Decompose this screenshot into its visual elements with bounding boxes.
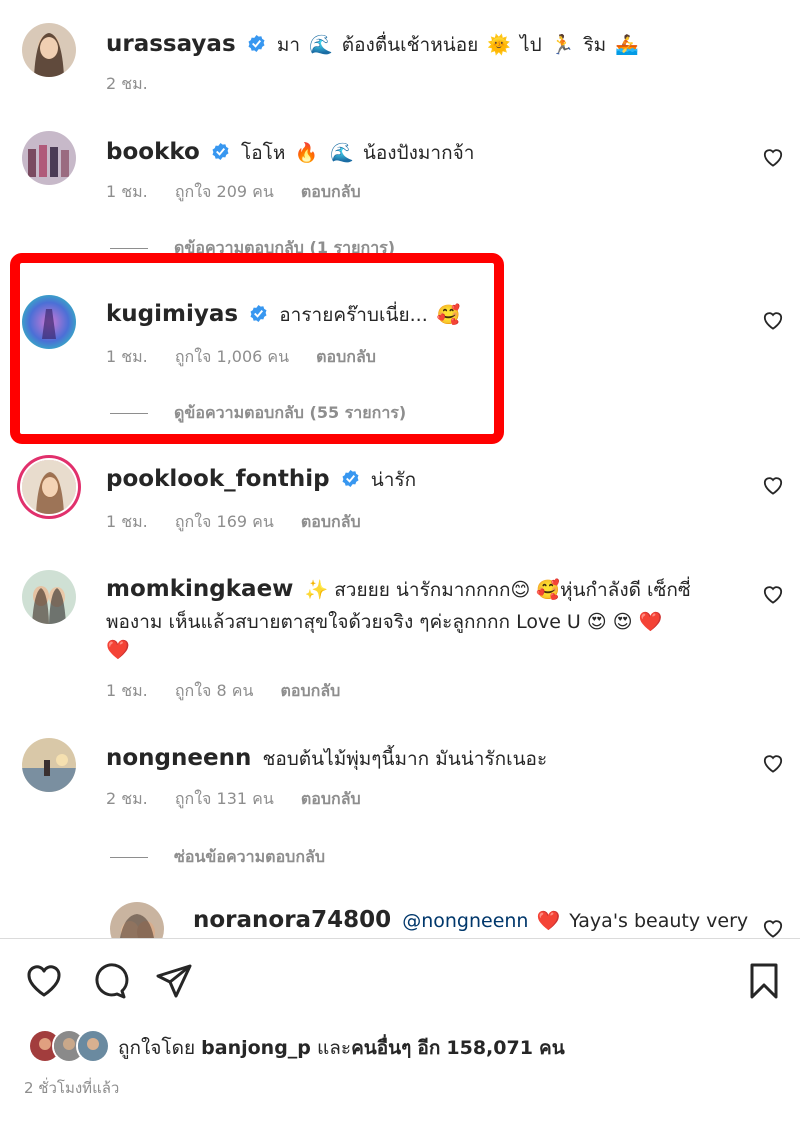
- avatar[interactable]: [22, 131, 76, 185]
- avatar[interactable]: [22, 460, 76, 514]
- comment-username[interactable]: kugimiyas: [106, 301, 238, 327]
- post-timestamp[interactable]: 2 ชั่วโมงที่แล้ว: [24, 1076, 119, 1100]
- comment-text: อารายคร๊าบเนี่ย... 🥰: [279, 304, 461, 326]
- view-replies-button[interactable]: ดูข้อความตอบกลับ (55 รายการ): [110, 401, 406, 426]
- verified-badge-icon: [250, 304, 267, 323]
- comment-likes[interactable]: ถูกใจ 209 คน: [175, 182, 274, 201]
- post-actions-bar: [0, 955, 800, 1005]
- view-replies-button[interactable]: ดูข้อความตอบกลับ (1 รายการ): [110, 236, 395, 261]
- divider-dash: [110, 413, 148, 414]
- comment-text: ชอบต้นไม้พุ่มๆนี้มาก มันน่ารักเนอะ: [262, 748, 548, 770]
- reply-button[interactable]: ตอบกลับ: [301, 182, 361, 201]
- like-heart-icon[interactable]: [762, 475, 784, 495]
- comment-text-line: พองาม เห็นแล้วสบายตาสุขใจด้วยจริง ๆค่ะลู…: [106, 611, 663, 633]
- like-heart-icon[interactable]: [762, 310, 784, 330]
- comment-username[interactable]: nongneenn: [106, 745, 251, 771]
- comment-time: 1 ชม.: [106, 512, 148, 531]
- comment-username[interactable]: urassayas: [106, 31, 236, 57]
- like-heart-icon[interactable]: [762, 918, 784, 938]
- likes-prefix: ถูกใจโดย: [118, 1037, 196, 1059]
- divider-dash: [110, 248, 148, 249]
- comment-likes[interactable]: ถูกใจ 8 คน: [175, 681, 254, 700]
- comment-username[interactable]: noranora74800: [193, 907, 391, 933]
- likes-others-link[interactable]: คนอื่นๆ: [351, 1037, 411, 1059]
- reply-button[interactable]: ตอบกลับ: [316, 347, 376, 366]
- avatar[interactable]: [22, 295, 76, 349]
- like-heart-icon[interactable]: [762, 753, 784, 773]
- share-icon[interactable]: [154, 961, 194, 1001]
- comment-text-line: ❤️: [106, 639, 130, 661]
- liker-username[interactable]: banjong_p: [201, 1037, 311, 1059]
- verified-badge-icon: [248, 34, 265, 53]
- comment-text: โอโห 🔥 🌊 น้องปังมากจ้า: [241, 142, 475, 164]
- likes-count-prefix: อีก: [417, 1037, 441, 1059]
- avatar[interactable]: [22, 738, 76, 792]
- comment-time: 2 ชม.: [106, 74, 148, 93]
- reply-button[interactable]: ตอบกลับ: [281, 681, 341, 700]
- comment-likes[interactable]: ถูกใจ 131 คน: [175, 789, 274, 808]
- verified-badge-icon: [212, 142, 229, 161]
- comment-likes[interactable]: ถูกใจ 169 คน: [175, 512, 274, 531]
- like-icon[interactable]: [24, 961, 64, 1001]
- avatar[interactable]: [110, 902, 164, 938]
- actions-divider: [0, 938, 800, 939]
- comment-text: ✨ สวยยย น่ารักมากกกก😊 🥰หุ่นกำลังดี เซ็กซ…: [304, 579, 691, 601]
- comment-likes[interactable]: ถูกใจ 1,006 คน: [175, 347, 289, 366]
- like-heart-icon[interactable]: [762, 584, 784, 604]
- comment-time: 1 ชม.: [106, 182, 148, 201]
- comment-time: 2 ชม.: [106, 789, 148, 808]
- like-heart-icon[interactable]: [762, 147, 784, 167]
- avatar[interactable]: [22, 23, 76, 77]
- comment-time: 1 ชม.: [106, 681, 148, 700]
- comment-username[interactable]: pooklook_fonthip: [106, 466, 330, 492]
- save-bookmark-icon[interactable]: [744, 961, 784, 1001]
- comment-text: น่ารัก: [370, 469, 417, 491]
- comments-list: urassayas มา 🌊 ต้องตื่นเช้าหน่อย 🌞 ไป 🏃 …: [0, 0, 800, 938]
- likes-count[interactable]: 158,071: [446, 1037, 533, 1059]
- likes-and: และ: [316, 1037, 352, 1059]
- comment-username[interactable]: bookko: [106, 139, 200, 165]
- comment-text: มา 🌊 ต้องตื่นเช้าหน่อย 🌞 ไป 🏃 ริม 🚣: [276, 34, 639, 56]
- divider-dash: [110, 857, 148, 858]
- avatar[interactable]: [22, 570, 76, 624]
- comment-username[interactable]: momkingkaew: [106, 576, 293, 602]
- reply-button[interactable]: ตอบกลับ: [301, 512, 361, 531]
- mention-link[interactable]: @nongneenn: [402, 910, 528, 932]
- hide-replies-button[interactable]: ซ่อนข้อความตอบกลับ: [110, 845, 325, 870]
- likes-summary: ถูกใจโดย banjong_p และคนอื่นๆ อีก 158,07…: [28, 1027, 788, 1067]
- reply-button[interactable]: ตอบกลับ: [301, 789, 361, 808]
- liker-avatar[interactable]: [76, 1029, 110, 1063]
- comment-icon[interactable]: [89, 961, 129, 1001]
- comment-text: ❤️ Yaya's beauty very: [536, 910, 749, 932]
- verified-badge-icon: [342, 469, 359, 488]
- comment-time: 1 ชม.: [106, 347, 148, 366]
- likes-count-suffix: คน: [538, 1037, 565, 1059]
